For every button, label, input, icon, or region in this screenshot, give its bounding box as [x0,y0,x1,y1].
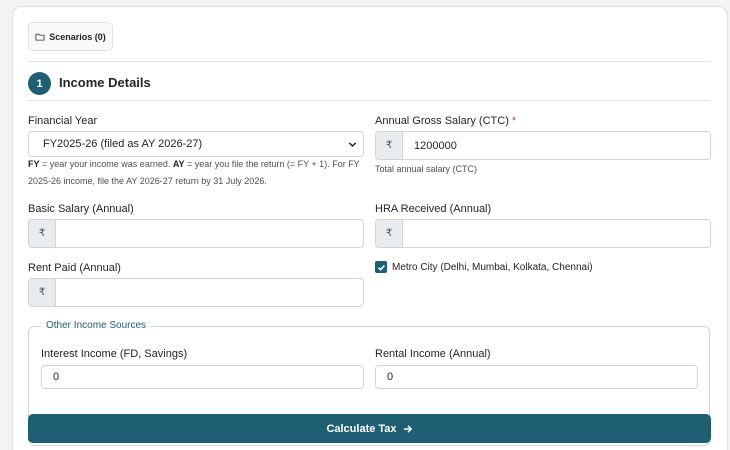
section-title: Income Details [59,75,151,90]
top-divider [28,61,711,62]
gross-salary-input[interactable]: 1200000 [403,132,710,159]
basic-salary-input[interactable] [56,220,363,247]
hra-received-label: HRA Received (Annual) [375,203,492,215]
scenarios-label: Scenarios (0) [49,31,106,42]
rupee-addon: ₹ [29,279,56,306]
financial-year-label: Financial Year [28,115,98,127]
rental-income-input[interactable]: 0 [375,365,698,389]
rent-paid-input[interactable] [56,279,363,306]
gross-salary-label: Annual Gross Salary (CTC) * [375,115,517,127]
folder-icon [35,33,45,41]
calculate-tax-label: Calculate Tax [326,422,397,435]
hra-received-input-group: ₹ [375,219,711,248]
hra-received-input[interactable] [403,220,710,247]
calculate-tax-button[interactable]: Calculate Tax [28,414,711,443]
financial-year-help: FY = year your income was earned. AY = y… [28,159,360,186]
metro-city-label[interactable]: Metro City (Delhi, Mumbai, Kolkata, Chen… [392,262,593,273]
scenarios-button[interactable]: Scenarios (0) [28,22,113,51]
rent-paid-input-group: ₹ [28,278,364,307]
gross-salary-help: Total annual salary (CTC) [375,164,478,174]
financial-year-select[interactable]: FY2025-26 (filed as AY 2026-27) [28,131,364,157]
chevron-down-icon [348,142,357,148]
basic-salary-input-group: ₹ [28,219,364,248]
financial-year-value: FY2025-26 (filed as AY 2026-27) [43,138,203,150]
rupee-addon: ₹ [376,220,403,247]
interest-income-label: Interest Income (FD, Savings) [41,348,188,360]
rental-income-label: Rental Income (Annual) [375,348,491,360]
required-marker: * [511,115,517,127]
rent-paid-label: Rent Paid (Annual) [28,262,121,274]
section-divider [28,100,711,101]
metro-city-checkbox[interactable] [375,261,387,273]
basic-salary-label: Basic Salary (Annual) [28,203,134,215]
gross-salary-input-group: ₹ 1200000 [375,131,711,160]
rupee-addon: ₹ [29,220,56,247]
rupee-addon: ₹ [376,132,403,159]
checkmark-icon [377,264,385,271]
arrow-right-icon [403,424,412,433]
step-badge: 1 [28,72,51,95]
interest-income-input[interactable]: 0 [41,365,364,389]
other-income-legend: Other Income Sources [41,320,152,331]
